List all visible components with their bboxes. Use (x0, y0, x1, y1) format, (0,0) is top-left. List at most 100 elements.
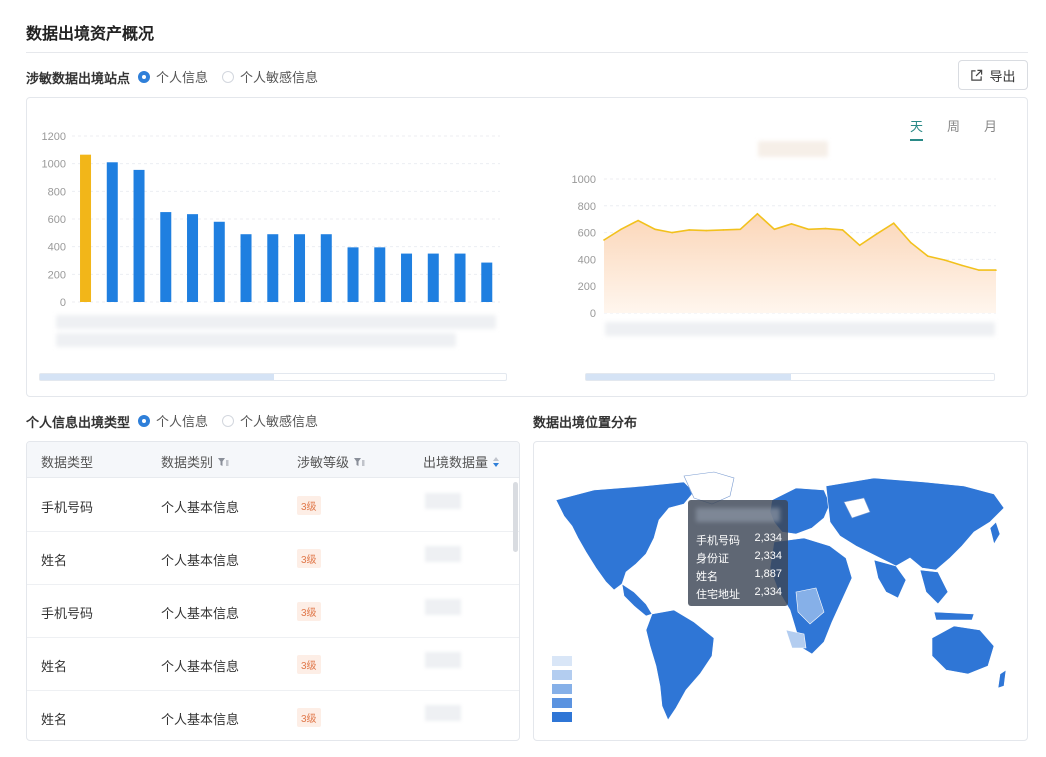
line-chart-zoom-slider[interactable] (585, 373, 995, 381)
line-point[interactable] (824, 227, 827, 230)
line-point[interactable] (756, 213, 759, 215)
indonesia[interactable] (933, 611, 975, 621)
tooltip-label: 手机号码 (696, 535, 740, 547)
radio-personal-info[interactable]: 个人信息 (138, 67, 208, 86)
radio-personal-info[interactable]: 个人信息 (138, 411, 208, 430)
line-point[interactable] (688, 229, 691, 231)
line-point[interactable] (841, 229, 844, 231)
y-tick-label: 600 (48, 214, 66, 226)
zoom-slider-handle[interactable] (586, 374, 791, 380)
line-point[interactable] (807, 228, 810, 231)
header-label: 出境数据量 (423, 455, 489, 470)
bar[interactable] (213, 221, 225, 302)
line-point[interactable] (875, 233, 878, 235)
filter-icon[interactable] (217, 456, 229, 468)
bar[interactable] (133, 169, 145, 302)
line-point[interactable] (722, 229, 725, 231)
line-point[interactable] (909, 241, 912, 244)
line-point[interactable] (705, 229, 708, 232)
bar[interactable] (427, 253, 439, 302)
bar[interactable] (160, 212, 172, 302)
y-tick-label: 800 (578, 201, 596, 213)
blurred-x-labels (56, 315, 496, 329)
map-tooltip: 手机号码 2,334 身份证 2,334 姓名 1,887 住宅地址 2,334 (688, 500, 788, 606)
level-badge: 3级 (297, 708, 321, 727)
tooltip-value: 2,334 (754, 550, 782, 562)
table-scrollbar[interactable] (513, 482, 518, 552)
table-row[interactable]: 手机号码 个人基本信息 3级 (27, 479, 519, 532)
table-row[interactable]: 姓名 个人基本信息 3级 (27, 532, 519, 585)
line-point[interactable] (603, 239, 605, 241)
export-button[interactable]: 导出 (958, 60, 1028, 90)
legend-swatch[interactable] (552, 670, 572, 680)
line-point[interactable] (961, 264, 963, 267)
line-point[interactable] (637, 219, 639, 222)
line-point[interactable] (620, 228, 622, 231)
y-tick-label: 0 (60, 297, 66, 309)
asia[interactable] (825, 477, 1005, 571)
bar[interactable] (187, 214, 199, 302)
header-data-type: 数据类型 (41, 452, 93, 471)
tab-day[interactable]: 天 (910, 116, 924, 141)
south-america[interactable] (645, 609, 715, 721)
filter-icon[interactable] (353, 456, 365, 468)
zoom-slider-handle[interactable] (40, 374, 274, 380)
tooltip-value: 1,887 (754, 568, 782, 580)
radio-label: 个人信息 (156, 414, 209, 429)
header-sensitivity-level[interactable]: 涉敏等级 (297, 452, 365, 471)
legend-swatch[interactable] (552, 698, 572, 708)
legend-swatch[interactable] (552, 684, 572, 694)
central-america[interactable] (621, 583, 653, 617)
line-point[interactable] (790, 223, 793, 225)
radio-unchecked-icon (222, 414, 235, 427)
line-point[interactable] (995, 269, 997, 271)
new-zealand[interactable] (997, 669, 1007, 689)
bar[interactable] (106, 162, 118, 302)
header-outbound-volume[interactable]: 出境数据量 (423, 452, 500, 471)
line-point[interactable] (927, 255, 929, 257)
line-point[interactable] (654, 228, 656, 231)
bar[interactable] (401, 253, 413, 302)
line-point[interactable] (858, 244, 861, 247)
header-data-category[interactable]: 数据类别 (161, 452, 229, 471)
tooltip-label: 姓名 (696, 571, 718, 583)
line-point[interactable] (671, 231, 673, 234)
bar[interactable] (374, 247, 386, 302)
line-point[interactable] (892, 222, 895, 225)
table-row[interactable]: 姓名 个人基本信息 3级 (27, 691, 519, 740)
line-point[interactable] (944, 259, 946, 261)
southeast-asia[interactable] (919, 569, 949, 605)
radio-sensitive-info[interactable]: 个人敏感信息 (222, 67, 318, 86)
table-row[interactable]: 手机号码 个人基本信息 3级 (27, 585, 519, 638)
tab-week[interactable]: 周 (947, 116, 960, 141)
bar-chart-zoom-slider[interactable] (39, 373, 507, 381)
legend-swatch[interactable] (552, 712, 572, 722)
cell-data-category: 个人基本信息 (161, 500, 240, 515)
line-point[interactable] (773, 228, 776, 231)
south-asia[interactable] (873, 559, 907, 599)
cell-data-category: 个人基本信息 (161, 553, 240, 568)
sort-icon[interactable] (492, 456, 500, 468)
bar[interactable] (267, 234, 279, 302)
line-point[interactable] (739, 228, 742, 231)
japan[interactable] (989, 521, 1001, 545)
table-row[interactable]: 姓名 个人基本信息 3级 (27, 638, 519, 691)
radio-sensitive-info[interactable]: 个人敏感信息 (222, 411, 318, 430)
level-badge: 3级 (297, 602, 321, 621)
bar[interactable] (347, 247, 359, 302)
tab-month[interactable]: 月 (984, 116, 997, 141)
bar[interactable] (481, 262, 493, 302)
australia[interactable] (931, 625, 995, 675)
line-point[interactable] (978, 269, 980, 271)
bar[interactable] (294, 234, 306, 302)
bar[interactable] (240, 234, 252, 302)
level-badge: 3级 (297, 655, 321, 674)
bar[interactable] (454, 253, 466, 302)
bar[interactable] (320, 234, 332, 302)
level-badge: 3级 (297, 549, 321, 568)
north-america[interactable] (555, 481, 695, 591)
line-chart-y-ticks: 0 200 400 600 800 1000 (572, 174, 596, 320)
legend-swatch[interactable] (552, 656, 572, 666)
cell-volume-blurred (425, 599, 461, 615)
bar[interactable] (80, 154, 92, 302)
